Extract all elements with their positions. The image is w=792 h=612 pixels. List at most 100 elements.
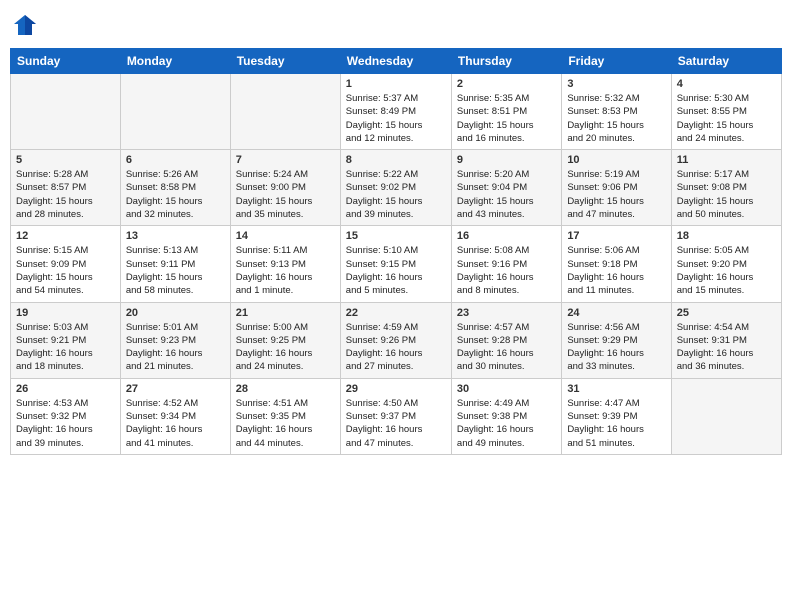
day-info: Sunrise: 5:10 AMSunset: 9:15 PMDaylight:… [346, 244, 446, 297]
day-number: 31 [567, 383, 665, 395]
day-number: 27 [126, 383, 225, 395]
calendar-cell: 4 Sunrise: 5:30 AMSunset: 8:55 PMDaylight… [671, 74, 781, 150]
page: SundayMondayTuesdayWednesdayThursdayFrid… [0, 0, 792, 612]
calendar-table: SundayMondayTuesdayWednesdayThursdayFrid… [10, 48, 782, 455]
day-number: 26 [16, 383, 115, 395]
day-number: 13 [126, 230, 225, 242]
calendar-cell [230, 74, 340, 150]
calendar-cell [671, 378, 781, 454]
day-info: Sunrise: 4:56 AMSunset: 9:29 PMDaylight:… [567, 321, 665, 374]
day-number: 22 [346, 307, 446, 319]
calendar-cell: 1 Sunrise: 5:37 AMSunset: 8:49 PMDaylight… [340, 74, 451, 150]
calendar-cell: 27Sunrise: 4:52 AMSunset: 9:34 PMDayligh… [120, 378, 230, 454]
logo [10, 10, 44, 40]
header [10, 10, 782, 40]
calendar-cell: 8 Sunrise: 5:22 AMSunset: 9:02 PMDaylight… [340, 150, 451, 226]
day-info: Sunrise: 5:24 AMSunset: 9:00 PMDaylight:… [236, 168, 335, 221]
calendar-cell: 18 Sunrise: 5:05 AMSunset: 9:20 PMDayligh… [671, 226, 781, 302]
day-number: 7 [236, 154, 335, 166]
calendar-cell: 13 Sunrise: 5:13 AMSunset: 9:11 PMDayligh… [120, 226, 230, 302]
day-info: Sunrise: 4:47 AMSunset: 9:39 PMDaylight:… [567, 397, 665, 450]
calendar-cell: 26 Sunrise: 4:53 AMSunset: 9:32 PMDayligh… [11, 378, 121, 454]
calendar-cell [11, 74, 121, 150]
calendar-cell: 2 Sunrise: 5:35 AMSunset: 8:51 PMDaylight… [451, 74, 561, 150]
day-info: Sunrise: 5:05 AMSunset: 9:20 PMDaylight:… [677, 244, 776, 297]
day-number: 2 [457, 78, 556, 90]
day-number: 1 [346, 78, 446, 90]
calendar-cell: 19 Sunrise: 5:03 AMSunset: 9:21 PMDayligh… [11, 302, 121, 378]
calendar-cell: 14 Sunrise: 5:11 AMSunset: 9:13 PMDayligh… [230, 226, 340, 302]
calendar-week-5: 26 Sunrise: 4:53 AMSunset: 9:32 PMDayligh… [11, 378, 782, 454]
day-header-sunday: Sunday [11, 49, 121, 74]
calendar-cell: 30 Sunrise: 4:49 AMSunset: 9:38 PMDayligh… [451, 378, 561, 454]
day-number: 4 [677, 78, 776, 90]
day-info: Sunrise: 4:50 AMSunset: 9:37 PMDaylight:… [346, 397, 446, 450]
day-header-thursday: Thursday [451, 49, 561, 74]
day-header-friday: Friday [562, 49, 671, 74]
day-info: Sunrise: 5:19 AMSunset: 9:06 PMDaylight:… [567, 168, 665, 221]
day-info: Sunrise: 5:01 AMSunset: 9:23 PMDaylight:… [126, 321, 225, 374]
day-number: 5 [16, 154, 115, 166]
day-info: Sunrise: 5:15 AMSunset: 9:09 PMDaylight:… [16, 244, 115, 297]
day-info: Sunrise: 5:17 AMSunset: 9:08 PMDaylight:… [677, 168, 776, 221]
day-number: 8 [346, 154, 446, 166]
day-number: 20 [126, 307, 225, 319]
day-number: 6 [126, 154, 225, 166]
day-number: 19 [16, 307, 115, 319]
calendar-cell: 16 Sunrise: 5:08 AMSunset: 9:16 PMDayligh… [451, 226, 561, 302]
day-info: Sunrise: 4:54 AMSunset: 9:31 PMDaylight:… [677, 321, 776, 374]
day-info: Sunrise: 5:28 AMSunset: 8:57 PMDaylight:… [16, 168, 115, 221]
calendar-cell: 6 Sunrise: 5:26 AMSunset: 8:58 PMDaylight… [120, 150, 230, 226]
calendar-cell: 9 Sunrise: 5:20 AMSunset: 9:04 PMDaylight… [451, 150, 561, 226]
calendar-cell: 12Sunrise: 5:15 AMSunset: 9:09 PMDayligh… [11, 226, 121, 302]
day-number: 11 [677, 154, 776, 166]
day-info: Sunrise: 5:20 AMSunset: 9:04 PMDaylight:… [457, 168, 556, 221]
day-info: Sunrise: 4:49 AMSunset: 9:38 PMDaylight:… [457, 397, 556, 450]
day-number: 23 [457, 307, 556, 319]
calendar-cell: 24 Sunrise: 4:56 AMSunset: 9:29 PMDayligh… [562, 302, 671, 378]
calendar-week-2: 5 Sunrise: 5:28 AMSunset: 8:57 PMDaylight… [11, 150, 782, 226]
day-info: Sunrise: 4:53 AMSunset: 9:32 PMDaylight:… [16, 397, 115, 450]
calendar-cell: 11 Sunrise: 5:17 AMSunset: 9:08 PMDayligh… [671, 150, 781, 226]
day-number: 18 [677, 230, 776, 242]
day-info: Sunrise: 5:03 AMSunset: 9:21 PMDaylight:… [16, 321, 115, 374]
day-info: Sunrise: 5:13 AMSunset: 9:11 PMDaylight:… [126, 244, 225, 297]
day-number: 24 [567, 307, 665, 319]
day-info: Sunrise: 4:59 AMSunset: 9:26 PMDaylight:… [346, 321, 446, 374]
day-number: 9 [457, 154, 556, 166]
logo-icon [10, 10, 40, 40]
calendar-cell: 21 Sunrise: 5:00 AMSunset: 9:25 PMDayligh… [230, 302, 340, 378]
day-number: 10 [567, 154, 665, 166]
day-number: 29 [346, 383, 446, 395]
calendar-cell: 15 Sunrise: 5:10 AMSunset: 9:15 PMDayligh… [340, 226, 451, 302]
day-header-monday: Monday [120, 49, 230, 74]
day-number: 28 [236, 383, 335, 395]
calendar-cell: 29 Sunrise: 4:50 AMSunset: 9:37 PMDayligh… [340, 378, 451, 454]
day-info: Sunrise: 5:22 AMSunset: 9:02 PMDaylight:… [346, 168, 446, 221]
day-info: Sunrise: 5:11 AMSunset: 9:13 PMDaylight:… [236, 244, 335, 297]
calendar-cell: 17 Sunrise: 5:06 AMSunset: 9:18 PMDayligh… [562, 226, 671, 302]
day-info: Sunrise: 5:00 AMSunset: 9:25 PMDaylight:… [236, 321, 335, 374]
calendar-cell: 3Sunrise: 5:32 AMSunset: 8:53 PMDaylight… [562, 74, 671, 150]
calendar-cell: 10 Sunrise: 5:19 AMSunset: 9:06 PMDayligh… [562, 150, 671, 226]
day-number: 17 [567, 230, 665, 242]
calendar-week-4: 19 Sunrise: 5:03 AMSunset: 9:21 PMDayligh… [11, 302, 782, 378]
calendar-header-row: SundayMondayTuesdayWednesdayThursdayFrid… [11, 49, 782, 74]
day-info: Sunrise: 5:35 AMSunset: 8:51 PMDaylight:… [457, 92, 556, 145]
day-number: 30 [457, 383, 556, 395]
day-number: 25 [677, 307, 776, 319]
calendar-cell: 7 Sunrise: 5:24 AMSunset: 9:00 PMDaylight… [230, 150, 340, 226]
day-info: Sunrise: 5:37 AMSunset: 8:49 PMDaylight:… [346, 92, 446, 145]
day-info: Sunrise: 5:30 AMSunset: 8:55 PMDaylight:… [677, 92, 776, 145]
day-number: 16 [457, 230, 556, 242]
day-number: 21 [236, 307, 335, 319]
day-info: Sunrise: 5:08 AMSunset: 9:16 PMDaylight:… [457, 244, 556, 297]
day-info: Sunrise: 5:06 AMSunset: 9:18 PMDaylight:… [567, 244, 665, 297]
day-info: Sunrise: 5:26 AMSunset: 8:58 PMDaylight:… [126, 168, 225, 221]
calendar-cell: 20 Sunrise: 5:01 AMSunset: 9:23 PMDayligh… [120, 302, 230, 378]
calendar-cell: 25 Sunrise: 4:54 AMSunset: 9:31 PMDayligh… [671, 302, 781, 378]
day-header-saturday: Saturday [671, 49, 781, 74]
day-number: 15 [346, 230, 446, 242]
day-number: 14 [236, 230, 335, 242]
calendar-cell: 5 Sunrise: 5:28 AMSunset: 8:57 PMDaylight… [11, 150, 121, 226]
